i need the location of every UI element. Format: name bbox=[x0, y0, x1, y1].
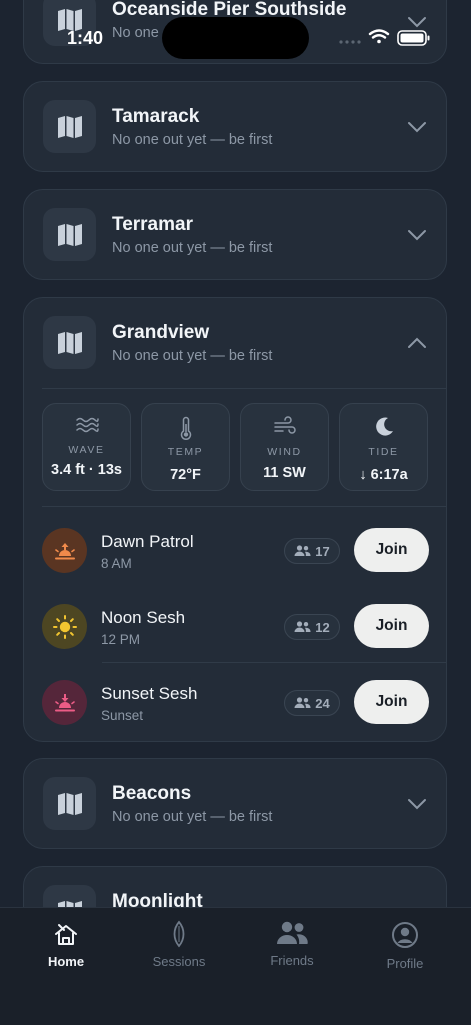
surfboard-icon bbox=[173, 920, 185, 948]
condition-temp: TEMP 72°F bbox=[141, 403, 230, 491]
status-time: 1:40 bbox=[67, 28, 104, 48]
divider bbox=[42, 388, 446, 389]
map-tile bbox=[43, 777, 96, 830]
session-name: Dawn Patrol bbox=[101, 532, 194, 551]
condition-value: 72°F bbox=[170, 467, 201, 483]
attendee-count: 24 bbox=[284, 690, 340, 716]
condition-label: WAVE bbox=[68, 444, 105, 456]
condition-value: 3.4 ft · 13s bbox=[51, 462, 122, 478]
session-name: Noon Sesh bbox=[101, 608, 186, 627]
spot-subtitle: No one out yet — be first bbox=[112, 809, 273, 825]
spot-card[interactable]: Beacons No one out yet — be first bbox=[23, 758, 447, 849]
session-time: 12 PM bbox=[101, 632, 141, 647]
map-icon bbox=[57, 223, 82, 246]
session-row: Noon Sesh 12 PM 12 Join bbox=[24, 588, 446, 664]
thermometer-icon bbox=[180, 416, 191, 440]
spot-card-expanded[interactable]: Grandview No one out yet — be first WAVE… bbox=[23, 297, 447, 742]
map-tile bbox=[43, 100, 96, 153]
map-icon bbox=[57, 115, 82, 138]
session-row: Sunset Sesh Sunset 24 Join bbox=[24, 664, 446, 740]
sunrise-icon bbox=[54, 542, 75, 559]
divider bbox=[102, 662, 446, 663]
session-icon bbox=[42, 528, 87, 573]
condition-label: TEMP bbox=[167, 446, 204, 458]
join-button[interactable]: Join bbox=[354, 528, 429, 572]
condition-label: WIND bbox=[267, 446, 302, 458]
signal-icon bbox=[339, 40, 361, 44]
sunset-icon bbox=[54, 693, 75, 711]
chevron-up-icon[interactable] bbox=[406, 332, 428, 354]
spot-subtitle: No one out yet — be first bbox=[112, 240, 273, 256]
session-name: Sunset Sesh bbox=[101, 684, 198, 703]
people-icon bbox=[294, 621, 311, 632]
tab-label: Profile bbox=[386, 956, 424, 971]
people-icon bbox=[294, 545, 311, 556]
condition-wave: WAVE 3.4 ft · 13s bbox=[42, 403, 131, 491]
map-icon bbox=[57, 792, 82, 815]
tab-bar: Home Sessions Friends Profile bbox=[0, 907, 471, 1025]
spot-card-header[interactable]: Beacons No one out yet — be first bbox=[24, 759, 446, 849]
chevron-down-icon[interactable] bbox=[406, 224, 428, 246]
wifi-icon bbox=[368, 29, 390, 44]
sun-icon bbox=[52, 614, 77, 639]
condition-wind: WIND 11 SW bbox=[240, 403, 329, 491]
wind-icon bbox=[273, 416, 296, 434]
chevron-down-icon[interactable] bbox=[406, 793, 428, 815]
condition-value: ↓ 6:17a bbox=[359, 467, 408, 483]
condition-tide: TIDE ↓ 6:17a bbox=[339, 403, 428, 491]
spot-name: Terramar bbox=[112, 214, 193, 235]
tab-profile[interactable]: Profile bbox=[346, 908, 464, 988]
tab-sessions[interactable]: Sessions bbox=[120, 908, 238, 988]
join-button[interactable]: Join bbox=[354, 680, 429, 724]
spot-card-header[interactable]: Tamarack No one out yet — be first bbox=[24, 82, 446, 172]
waves-icon bbox=[75, 417, 99, 433]
battery-icon bbox=[397, 30, 430, 46]
tab-label: Friends bbox=[270, 953, 314, 968]
status-icons bbox=[337, 27, 432, 47]
session-icon bbox=[42, 680, 87, 725]
spot-card[interactable]: Tamarack No one out yet — be first bbox=[23, 81, 447, 172]
spot-card-header[interactable]: Grandview No one out yet — be first bbox=[24, 298, 446, 388]
session-time: 8 AM bbox=[101, 556, 132, 571]
condition-value: 11 SW bbox=[263, 465, 306, 481]
spot-subtitle: No one bbox=[112, 25, 159, 41]
spot-name: Beacons bbox=[112, 783, 192, 804]
session-row: Dawn Patrol 8 AM 17 Join bbox=[24, 512, 446, 588]
join-button[interactable]: Join bbox=[354, 604, 429, 648]
map-tile bbox=[43, 316, 96, 369]
spot-card-header[interactable]: Terramar No one out yet — be first bbox=[24, 190, 446, 280]
moon-icon bbox=[375, 417, 393, 436]
spot-name: Grandview bbox=[112, 322, 210, 343]
home-icon bbox=[55, 924, 77, 945]
session-icon bbox=[42, 604, 87, 649]
divider bbox=[42, 506, 446, 507]
condition-label: TIDE bbox=[368, 446, 399, 458]
chevron-down-icon[interactable] bbox=[406, 116, 428, 138]
spot-name: Tamarack bbox=[112, 106, 200, 127]
spot-subtitle: No one out yet — be first bbox=[112, 348, 273, 364]
tab-label: Home bbox=[47, 954, 85, 969]
tab-home[interactable]: Home bbox=[7, 908, 125, 988]
tab-friends[interactable]: Friends bbox=[233, 908, 351, 988]
map-icon bbox=[57, 331, 82, 354]
friends-icon bbox=[277, 921, 308, 944]
dynamic-island bbox=[162, 17, 309, 59]
people-icon bbox=[294, 697, 311, 708]
map-tile bbox=[43, 208, 96, 261]
attendee-count: 12 bbox=[284, 614, 340, 640]
attendee-count: 17 bbox=[284, 538, 340, 564]
profile-icon bbox=[392, 922, 418, 948]
spot-subtitle: No one out yet — be first bbox=[112, 132, 273, 148]
tab-label: Sessions bbox=[152, 954, 206, 969]
attendee-count-value: 12 bbox=[315, 619, 330, 635]
attendee-count-value: 24 bbox=[315, 695, 330, 711]
attendee-count-value: 17 bbox=[315, 543, 330, 559]
spot-card[interactable]: Terramar No one out yet — be first bbox=[23, 189, 447, 280]
session-time: Sunset bbox=[101, 708, 144, 723]
